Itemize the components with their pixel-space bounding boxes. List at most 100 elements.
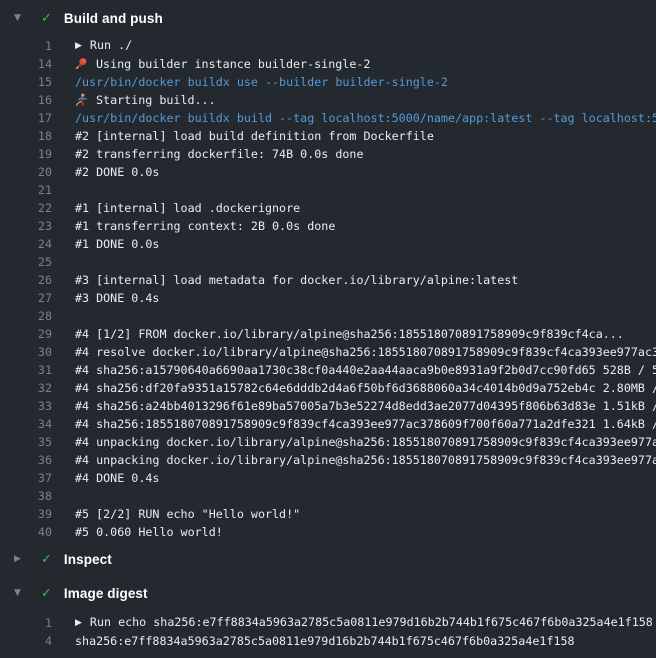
line-number[interactable]: 15	[0, 73, 52, 91]
pushpin-icon	[75, 57, 89, 70]
line-number[interactable]: 16	[0, 91, 52, 109]
line-text-content: #3 DONE 0.4s	[75, 291, 159, 305]
line-text: #5 [2/2] RUN echo "Hello world!"	[75, 505, 656, 523]
line-number[interactable]: 19	[0, 145, 52, 163]
section-title: Build and push	[64, 11, 163, 26]
log-line: 4 sha256:e7ff8834a5963a2785c5a0811e979d1…	[0, 632, 656, 650]
line-text-content: #1 [internal] load .dockerignore	[75, 201, 300, 215]
line-text: #4 unpacking docker.io/library/alpine@sh…	[75, 451, 656, 469]
expand-arrow-icon[interactable]: ▶	[75, 37, 82, 55]
line-text-content: #4 DONE 0.4s	[75, 471, 159, 485]
chevron-down-icon[interactable]: ▼	[14, 14, 24, 23]
line-number[interactable]: 38	[0, 487, 52, 505]
line-text-content: #1 DONE 0.0s	[75, 237, 159, 251]
section-header[interactable]: ▼ ✓ Build and push	[0, 4, 656, 32]
line-text: #4 sha256:185518070891758909c9f839cf4ca3…	[75, 415, 656, 433]
line-text-content: #4 sha256:df20fa9351a15782c64e6dddb2d4a6…	[75, 381, 656, 395]
section-title: Image digest	[64, 586, 148, 601]
line-number[interactable]: 14	[0, 55, 52, 73]
line-number[interactable]: 4	[0, 632, 52, 650]
log-line: 34 #4 sha256:185518070891758909c9f839cf4…	[0, 415, 656, 433]
line-text: #1 DONE 0.0s	[75, 235, 656, 253]
line-text: #2 transferring dockerfile: 74B 0.0s don…	[75, 145, 656, 163]
line-text-content: #4 unpacking docker.io/library/alpine@sh…	[75, 435, 656, 449]
line-text-content: #5 0.060 Hello world!	[75, 525, 223, 539]
line-text-content: sha256:e7ff8834a5963a2785c5a0811e979d16b…	[75, 634, 575, 648]
log-line: 37 #4 DONE 0.4s	[0, 469, 656, 487]
line-text-content: #2 DONE 0.0s	[75, 165, 159, 179]
line-text: #2 DONE 0.0s	[75, 163, 656, 181]
line-text: #2 [internal] load build definition from…	[75, 127, 656, 145]
line-text: #3 DONE 0.4s	[75, 289, 656, 307]
line-text-content: #4 sha256:a15790640a6690aa1730c38cf0a440…	[75, 363, 656, 377]
line-text-content: /usr/bin/docker buildx build --tag local…	[75, 111, 656, 125]
log-line: 27 #3 DONE 0.4s	[0, 289, 656, 307]
log-line: 15 /usr/bin/docker buildx use --builder …	[0, 73, 656, 91]
line-number[interactable]: 28	[0, 307, 52, 325]
line-text-content: #5 [2/2] RUN echo "Hello world!"	[75, 507, 300, 521]
line-text-content: #2 [internal] load build definition from…	[75, 129, 434, 143]
line-text: /usr/bin/docker buildx use --builder bui…	[75, 73, 656, 91]
line-number[interactable]: 37	[0, 469, 52, 487]
line-text-content: Using builder instance builder-single-2	[96, 57, 370, 71]
line-text-content: #4 sha256:a24bb4013296f61e89ba57005a7b3e…	[75, 399, 656, 413]
expand-arrow-icon[interactable]: ▶	[75, 614, 82, 632]
line-number[interactable]: 20	[0, 163, 52, 181]
line-number[interactable]: 30	[0, 343, 52, 361]
line-number[interactable]: 18	[0, 127, 52, 145]
section-lines: 1 ▶Run echo sha256:e7ff8834a5963a2785c5a…	[0, 614, 656, 650]
line-number[interactable]: 1	[0, 37, 52, 55]
line-number[interactable]: 40	[0, 523, 52, 541]
line-number[interactable]: 23	[0, 217, 52, 235]
log-line: 18 #2 [internal] load build definition f…	[0, 127, 656, 145]
line-number[interactable]: 25	[0, 253, 52, 271]
line-text: #4 DONE 0.4s	[75, 469, 656, 487]
line-text-content: Starting build...	[96, 93, 216, 107]
line-number[interactable]: 27	[0, 289, 52, 307]
log-line: 20 #2 DONE 0.0s	[0, 163, 656, 181]
line-text-content: #4 resolve docker.io/library/alpine@sha2…	[75, 345, 656, 359]
line-text: #4 sha256:a15790640a6690aa1730c38cf0a440…	[75, 361, 656, 379]
log-line: 31 #4 sha256:a15790640a6690aa1730c38cf0a…	[0, 361, 656, 379]
line-number[interactable]: 39	[0, 505, 52, 523]
line-text: /usr/bin/docker buildx build --tag local…	[75, 109, 656, 127]
success-check-icon: ✓	[41, 553, 52, 566]
log-line: 14 Using builder instance builder-single…	[0, 55, 656, 73]
log-line: 30 #4 resolve docker.io/library/alpine@s…	[0, 343, 656, 361]
log-line: 19 #2 transferring dockerfile: 74B 0.0s …	[0, 145, 656, 163]
line-number[interactable]: 29	[0, 325, 52, 343]
line-number[interactable]: 24	[0, 235, 52, 253]
line-text: #4 sha256:a24bb4013296f61e89ba57005a7b3e…	[75, 397, 656, 415]
line-number[interactable]: 36	[0, 451, 52, 469]
line-text-content: #4 sha256:185518070891758909c9f839cf4ca3…	[75, 417, 656, 431]
line-number[interactable]: 34	[0, 415, 52, 433]
log-line: 38	[0, 487, 656, 505]
line-number[interactable]: 31	[0, 361, 52, 379]
line-text: #1 transferring context: 2B 0.0s done	[75, 217, 656, 235]
line-text: #4 resolve docker.io/library/alpine@sha2…	[75, 343, 656, 361]
section-header[interactable]: ▶ ✓ Inspect	[0, 545, 656, 573]
chevron-down-icon[interactable]: ▼	[14, 589, 24, 598]
line-text: #4 [1/2] FROM docker.io/library/alpine@s…	[75, 325, 656, 343]
line-number[interactable]: 26	[0, 271, 52, 289]
line-number[interactable]: 21	[0, 181, 52, 199]
line-text-content: #4 [1/2] FROM docker.io/library/alpine@s…	[75, 327, 624, 341]
log-line: 24 #1 DONE 0.0s	[0, 235, 656, 253]
success-check-icon: ✓	[41, 587, 52, 600]
line-number[interactable]: 33	[0, 397, 52, 415]
section-header[interactable]: ▼ ✓ Image digest	[0, 579, 656, 607]
log-line: 35 #4 unpacking docker.io/library/alpine…	[0, 433, 656, 451]
line-text: #4 sha256:df20fa9351a15782c64e6dddb2d4a6…	[75, 379, 656, 397]
log-line: 22 #1 [internal] load .dockerignore	[0, 199, 656, 217]
log-section-inspect: ▶ ✓ Inspect	[0, 545, 656, 573]
line-number[interactable]: 35	[0, 433, 52, 451]
line-number[interactable]: 1	[0, 614, 52, 632]
line-number[interactable]: 17	[0, 109, 52, 127]
line-number[interactable]: 22	[0, 199, 52, 217]
line-text-content: #2 transferring dockerfile: 74B 0.0s don…	[75, 147, 364, 161]
line-text: #1 [internal] load .dockerignore	[75, 199, 656, 217]
log-line: 23 #1 transferring context: 2B 0.0s done	[0, 217, 656, 235]
line-number[interactable]: 32	[0, 379, 52, 397]
chevron-right-icon[interactable]: ▶	[14, 555, 24, 564]
log-line: 28	[0, 307, 656, 325]
